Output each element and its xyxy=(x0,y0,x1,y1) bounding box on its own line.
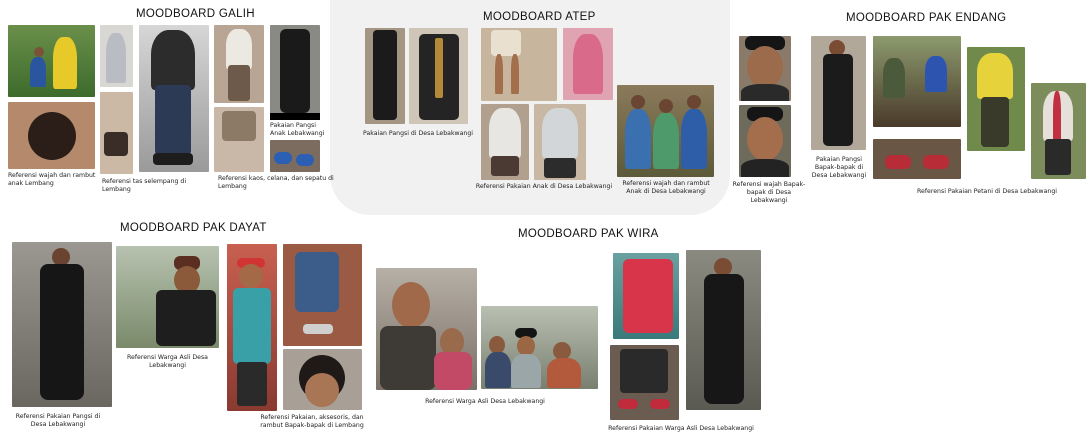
caption-endang-farmer: Referensi Pakaian Petani di Desa Lebakwa… xyxy=(917,188,1057,195)
caption-atep-kids-face: Referensi wajah dan rambut Anak di Desa … xyxy=(622,180,710,195)
photo-pangsi-pants xyxy=(365,28,405,124)
photo-child-legs-1 xyxy=(481,28,557,101)
caption-galih-face: Referensi wajah dan rambut anak Lembang xyxy=(8,172,96,187)
photo-man-hair xyxy=(283,349,362,410)
photo-pangsi-man xyxy=(409,28,468,124)
photo-farmer-yellow xyxy=(967,47,1025,151)
caption-endang-pangsi: Pakaian Pangsi Bapak-bapak di Desa Lebak… xyxy=(811,156,867,179)
photo-pangsi-child xyxy=(270,25,320,117)
photo-child-back xyxy=(481,104,529,180)
photo-group-of-kids xyxy=(617,85,714,177)
board-title-wira: MOODBOARD PAK WIRA xyxy=(518,228,659,240)
caption-atep-pangsi: Pakaian Pangsi di Desa Lebakwangi xyxy=(363,130,473,137)
photo-man-red-cap xyxy=(227,244,277,411)
caption-dayat-resident: Referensi Warga Asli Desa Lebakwangi xyxy=(127,354,208,369)
censor-bar xyxy=(270,113,320,120)
photo-old-man-face-2 xyxy=(739,105,791,177)
photo-man-red-polo xyxy=(613,253,679,339)
caption-galih-bag: Referensi tas selempang di Lembang xyxy=(102,178,187,193)
photo-old-man-face-1 xyxy=(739,36,791,101)
photo-pangsi-standing xyxy=(12,242,112,407)
photo-red-sandals xyxy=(610,345,679,420)
photo-child-face xyxy=(8,102,95,169)
caption-atep-kids-clothes: Referensi Pakaian Anak di Desa Lebakwang… xyxy=(475,183,613,190)
photo-shorts-legs xyxy=(214,107,264,172)
caption-galih-pangsi: Pakaian Pangsi Anak Lebakwangi xyxy=(270,122,325,137)
photo-boy-outfit xyxy=(139,25,209,172)
caption-wira-resident: Referensi Warga Asli Desa Lebakwangi xyxy=(425,398,545,405)
caption-galih-shirt: Referensi kaos, celana, dan sepatu di Le… xyxy=(218,175,334,190)
photo-farmer-red-shirt xyxy=(1031,83,1086,179)
photo-seated-legs xyxy=(283,244,362,346)
caption-wira-clothes: Referensi Pakaian Warga Asli Desa Lebakw… xyxy=(608,425,754,432)
board-title-atep: MOODBOARD ATEP xyxy=(483,11,596,23)
caption-dayat-clothes: Referensi Pakaian, aksesoris, dan rambut… xyxy=(260,414,364,429)
board-title-endang: MOODBOARD PAK ENDANG xyxy=(846,12,1007,24)
photo-farmer-boots xyxy=(873,139,961,179)
caption-dayat-pangsi: Referensi Pakaian Pangsi di Desa Lebakwa… xyxy=(15,413,101,428)
photo-farmers-field xyxy=(873,36,961,127)
photo-child-with-minion xyxy=(8,25,95,97)
photo-resident-seated xyxy=(116,246,219,348)
photo-blue-shoes xyxy=(270,140,320,172)
photo-pangsi-old-man xyxy=(811,36,866,150)
board-title-dayat: MOODBOARD PAK DAYAT xyxy=(120,222,267,234)
board-title-galih: MOODBOARD GALIH xyxy=(136,8,255,20)
photo-pangsi-wira xyxy=(686,250,761,410)
photo-shirt-pants xyxy=(214,25,264,103)
photo-selfie-elders xyxy=(376,268,477,390)
photo-child-shirt xyxy=(534,104,586,180)
photo-child-pink xyxy=(563,28,613,100)
photo-sling-bag xyxy=(100,92,133,174)
photo-bag-strap xyxy=(100,25,133,87)
caption-endang-face: Referensi wajah Bapak-bapak di Desa Leba… xyxy=(732,181,806,204)
photo-group-elders xyxy=(481,306,598,389)
